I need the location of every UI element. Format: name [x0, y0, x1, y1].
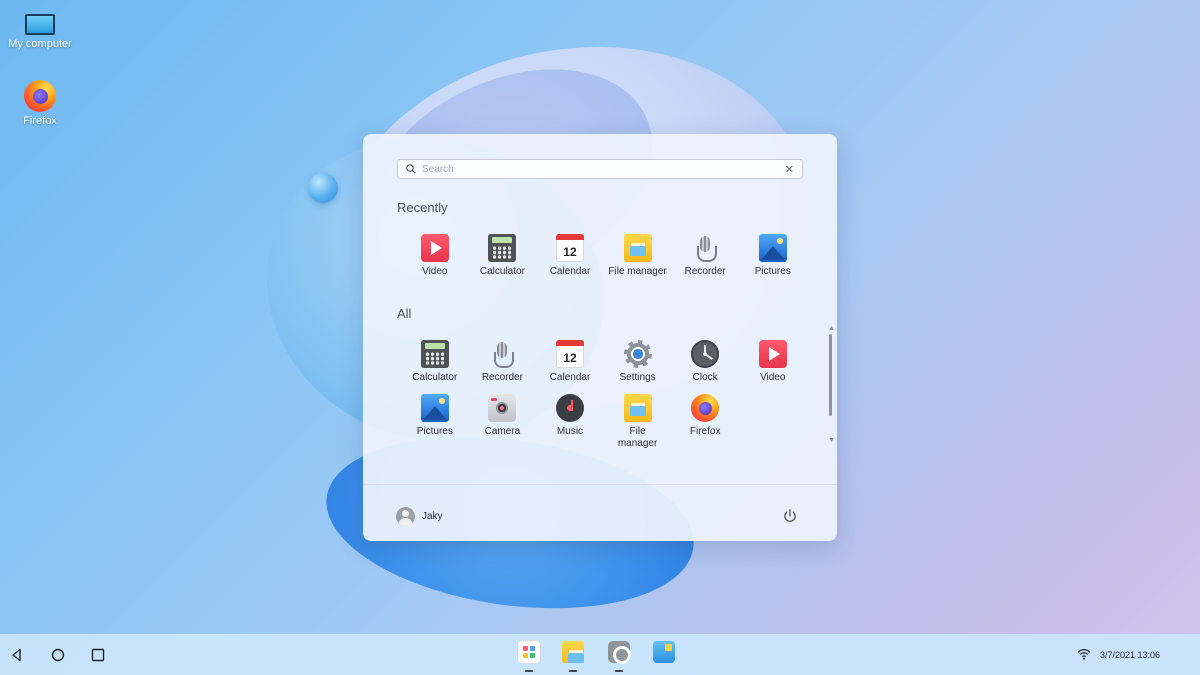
app-label: Recorder	[684, 266, 726, 277]
app-list-scrollbar[interactable]: ▲ ▼	[828, 325, 835, 444]
launcher-icon	[518, 641, 540, 663]
user-name: Jaky	[422, 511, 443, 522]
app-video[interactable]: Video	[739, 340, 807, 384]
pictures-icon	[758, 234, 787, 262]
clock-icon	[691, 340, 720, 368]
home-icon[interactable]	[49, 646, 67, 664]
dock-settings[interactable]	[606, 641, 632, 672]
app-settings[interactable]: Settings	[604, 340, 672, 384]
app-calendar[interactable]: 12 Calendar	[536, 340, 604, 384]
system-clock[interactable]: 3/7/2021 13:06	[1100, 650, 1160, 660]
app-label: Calculator	[412, 372, 458, 383]
calendar-icon: 12	[555, 340, 584, 368]
wallpaper-orb	[308, 173, 338, 203]
menu-divider	[363, 484, 837, 485]
dock-launcher[interactable]	[516, 641, 542, 672]
running-indicator	[569, 670, 577, 672]
start-menu: ✕ Recently Video Calculator 12 Calendar …	[363, 134, 837, 541]
scroll-up-icon[interactable]: ▲	[828, 325, 835, 332]
desktop-icon-my-computer[interactable]: My computer	[0, 14, 80, 50]
app-firefox[interactable]: Firefox	[671, 394, 739, 450]
section-title-all: All	[397, 306, 412, 321]
app-label: Calendar	[549, 372, 591, 383]
microphone-icon	[691, 234, 719, 262]
back-icon[interactable]	[8, 646, 26, 664]
wifi-icon[interactable]	[1077, 648, 1091, 660]
app-calendar[interactable]: 12 Calendar	[536, 234, 604, 278]
app-camera[interactable]: Camera	[469, 394, 537, 450]
dock-file-manager[interactable]	[560, 641, 586, 672]
app-label: Settings	[619, 372, 656, 383]
taskbar	[0, 634, 1200, 675]
app-label: Pictures	[416, 426, 453, 437]
firefox-icon	[24, 80, 56, 112]
search-input[interactable]	[422, 163, 785, 175]
app-calculator[interactable]: Calculator	[401, 340, 469, 384]
folder-icon	[623, 234, 652, 262]
app-label: Video	[760, 372, 786, 383]
app-label: Calendar	[549, 266, 591, 277]
section-title-recently: Recently	[397, 200, 448, 215]
app-calculator[interactable]: Calculator	[469, 234, 537, 278]
desktop-icon-firefox[interactable]: Firefox	[0, 80, 80, 127]
monitor-icon	[25, 14, 55, 35]
scroll-down-icon[interactable]: ▼	[828, 437, 835, 444]
app-recorder[interactable]: Recorder	[469, 340, 537, 384]
avatar	[396, 507, 415, 526]
app-label: Music	[556, 426, 584, 437]
running-indicator	[615, 670, 623, 672]
music-icon	[555, 394, 584, 422]
scrollbar-thumb[interactable]	[829, 334, 832, 416]
camera-icon	[488, 394, 517, 422]
app-label: File manager	[617, 426, 658, 449]
desktop-icon-label: Firefox	[23, 115, 57, 127]
video-icon	[758, 340, 787, 368]
gear-icon	[623, 340, 652, 368]
recent-apps-icon[interactable]	[89, 646, 107, 664]
settings-icon	[608, 641, 631, 664]
app-label: Pictures	[754, 266, 791, 277]
app-label: Clock	[692, 372, 718, 383]
microphone-icon	[488, 340, 516, 368]
app-music[interactable]: Music	[536, 394, 604, 450]
app-store-icon	[653, 641, 675, 663]
clear-search-icon[interactable]: ✕	[785, 163, 794, 176]
app-video[interactable]: Video	[401, 234, 469, 278]
app-file-manager[interactable]: File manager	[604, 394, 672, 450]
app-label: Video	[422, 266, 448, 277]
app-file-manager[interactable]: File manager	[604, 234, 672, 278]
dock-app-store[interactable]	[651, 641, 677, 667]
video-icon	[420, 234, 449, 262]
app-label: Recorder	[481, 372, 523, 383]
calculator-icon	[488, 234, 517, 262]
app-pictures[interactable]: Pictures	[401, 394, 469, 450]
firefox-icon	[691, 394, 720, 422]
desktop-icon-label: My computer	[8, 38, 72, 50]
app-clock[interactable]: Clock	[671, 340, 739, 384]
recent-apps-grid: Video Calculator 12 Calendar File manage…	[401, 234, 807, 278]
app-label: Firefox	[689, 426, 721, 437]
calendar-icon: 12	[555, 234, 584, 262]
folder-icon	[623, 394, 652, 422]
running-indicator	[525, 670, 533, 672]
file-manager-icon	[562, 641, 584, 663]
app-pictures[interactable]: Pictures	[739, 234, 807, 278]
pictures-icon	[420, 394, 449, 422]
power-icon[interactable]	[782, 508, 798, 524]
app-recorder[interactable]: Recorder	[671, 234, 739, 278]
app-label: Camera	[484, 426, 521, 437]
app-label: File manager	[608, 266, 667, 277]
app-label: Calculator	[479, 266, 525, 277]
search-icon	[406, 164, 416, 174]
user-account[interactable]: Jaky	[396, 507, 443, 526]
search-box[interactable]: ✕	[397, 159, 803, 179]
calculator-icon	[420, 340, 449, 368]
all-apps-grid: Calculator Recorder 12 Calendar Settings…	[401, 340, 807, 450]
